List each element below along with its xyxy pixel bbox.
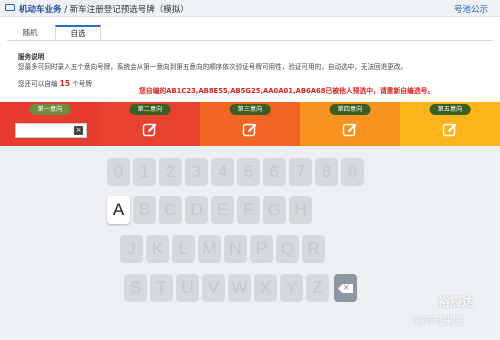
key-6[interactable]: 6 <box>263 158 286 186</box>
top-bar: 机动车业务 / 新车注册登记预选号牌（模拟） 号池公示 <box>0 0 500 17</box>
key-h[interactable]: H <box>289 196 312 224</box>
taken-warning: 您自编的AB1C23,AB8E55,AB5G25,AA0A01,AB6A68已被… <box>139 87 435 95</box>
key-7[interactable]: 7 <box>289 158 312 186</box>
key-b[interactable]: B <box>133 196 156 224</box>
key-u[interactable]: U <box>176 274 199 302</box>
intention-slot-1: 第一意向 × <box>0 102 100 146</box>
key-9[interactable]: 9 <box>341 158 364 186</box>
remaining-prefix: 您还可以自编 <box>18 80 58 88</box>
service-info-description: 您最多可同时录入五个意向号牌，系统会从第一意向到第五意向的顺序依次验证号牌可用性… <box>18 62 408 71</box>
key-4[interactable]: 4 <box>211 158 234 186</box>
intention-slot-2: 第二意向 <box>100 102 200 146</box>
key-y[interactable]: Y <box>280 274 303 302</box>
service-info-title: 服务说明 <box>18 53 45 61</box>
key-8[interactable]: 8 <box>315 158 338 186</box>
intention-bar: 第一意向 × 第二意向 第三意向 第四意向 第五意向 <box>0 102 500 146</box>
breadcrumb: 机动车业务 / 新车注册登记预选号牌（模拟） <box>19 3 189 15</box>
tab-divider <box>7 40 493 41</box>
breadcrumb-section[interactable]: 机动车业务 <box>19 5 62 15</box>
key-a[interactable]: A <box>107 196 130 224</box>
key-j[interactable]: J <box>120 235 143 263</box>
car-icon <box>5 4 15 11</box>
key-e[interactable]: E <box>211 196 234 224</box>
key-l[interactable]: L <box>172 235 195 263</box>
breadcrumb-separator: / <box>61 5 70 15</box>
plate-keyboard: 0 1 2 3 4 5 6 7 8 9 A B C D E F G H J K … <box>0 146 500 340</box>
key-g[interactable]: G <box>263 196 286 224</box>
key-k[interactable]: K <box>146 235 169 263</box>
delete-key[interactable] <box>334 274 357 302</box>
key-p[interactable]: P <box>250 235 273 263</box>
intention-slot-5: 第五意向 <box>400 102 500 146</box>
key-r[interactable]: R <box>302 235 325 263</box>
plate-input-1[interactable]: × <box>15 123 87 138</box>
key-m[interactable]: M <box>198 235 221 263</box>
intention-slot-4: 第四意向 <box>300 102 400 146</box>
key-c[interactable]: C <box>159 196 182 224</box>
key-1[interactable]: 1 <box>133 158 156 186</box>
edit-icon[interactable] <box>142 122 158 138</box>
watermark-brand: 裕辰达 <box>438 295 475 309</box>
backspace-icon <box>338 284 353 293</box>
tab-self-select[interactable]: 自选 <box>55 25 101 41</box>
intention-label-2: 第二意向 <box>129 104 171 115</box>
key-w[interactable]: W <box>228 274 251 302</box>
key-x[interactable]: X <box>254 274 277 302</box>
edit-icon[interactable] <box>242 122 258 138</box>
remaining-suffix: 个号牌 <box>72 80 92 88</box>
clear-icon[interactable]: × <box>74 126 83 135</box>
key-v[interactable]: V <box>202 274 225 302</box>
intention-label-5: 第五意向 <box>429 104 471 115</box>
key-d[interactable]: D <box>185 196 208 224</box>
key-t[interactable]: T <box>150 274 173 302</box>
breadcrumb-page: 新车注册登记预选号牌（模拟） <box>69 5 189 15</box>
intention-label-1: 第一意向 <box>29 104 71 115</box>
key-n[interactable]: N <box>224 235 247 263</box>
key-0[interactable]: 0 <box>107 158 130 186</box>
intention-label-4: 第四意向 <box>329 104 371 115</box>
pool-notice-link[interactable]: 号池公示 <box>454 3 488 15</box>
key-z[interactable]: Z <box>306 274 329 302</box>
key-f[interactable]: F <box>237 196 260 224</box>
edit-icon[interactable] <box>342 122 358 138</box>
intention-slot-3: 第三意向 <box>200 102 300 146</box>
tab-random[interactable]: 随机 <box>7 25 53 41</box>
key-5[interactable]: 5 <box>237 158 260 186</box>
remaining-count: 15 <box>59 79 71 88</box>
intention-label-3: 第三意向 <box>229 104 271 115</box>
key-3[interactable]: 3 <box>185 158 208 186</box>
key-2[interactable]: 2 <box>159 158 182 186</box>
key-q[interactable]: Q <box>276 235 299 263</box>
watermark-author: ◎阿可来啦 <box>413 315 465 327</box>
key-s[interactable]: S <box>124 274 147 302</box>
edit-icon[interactable] <box>442 122 458 138</box>
